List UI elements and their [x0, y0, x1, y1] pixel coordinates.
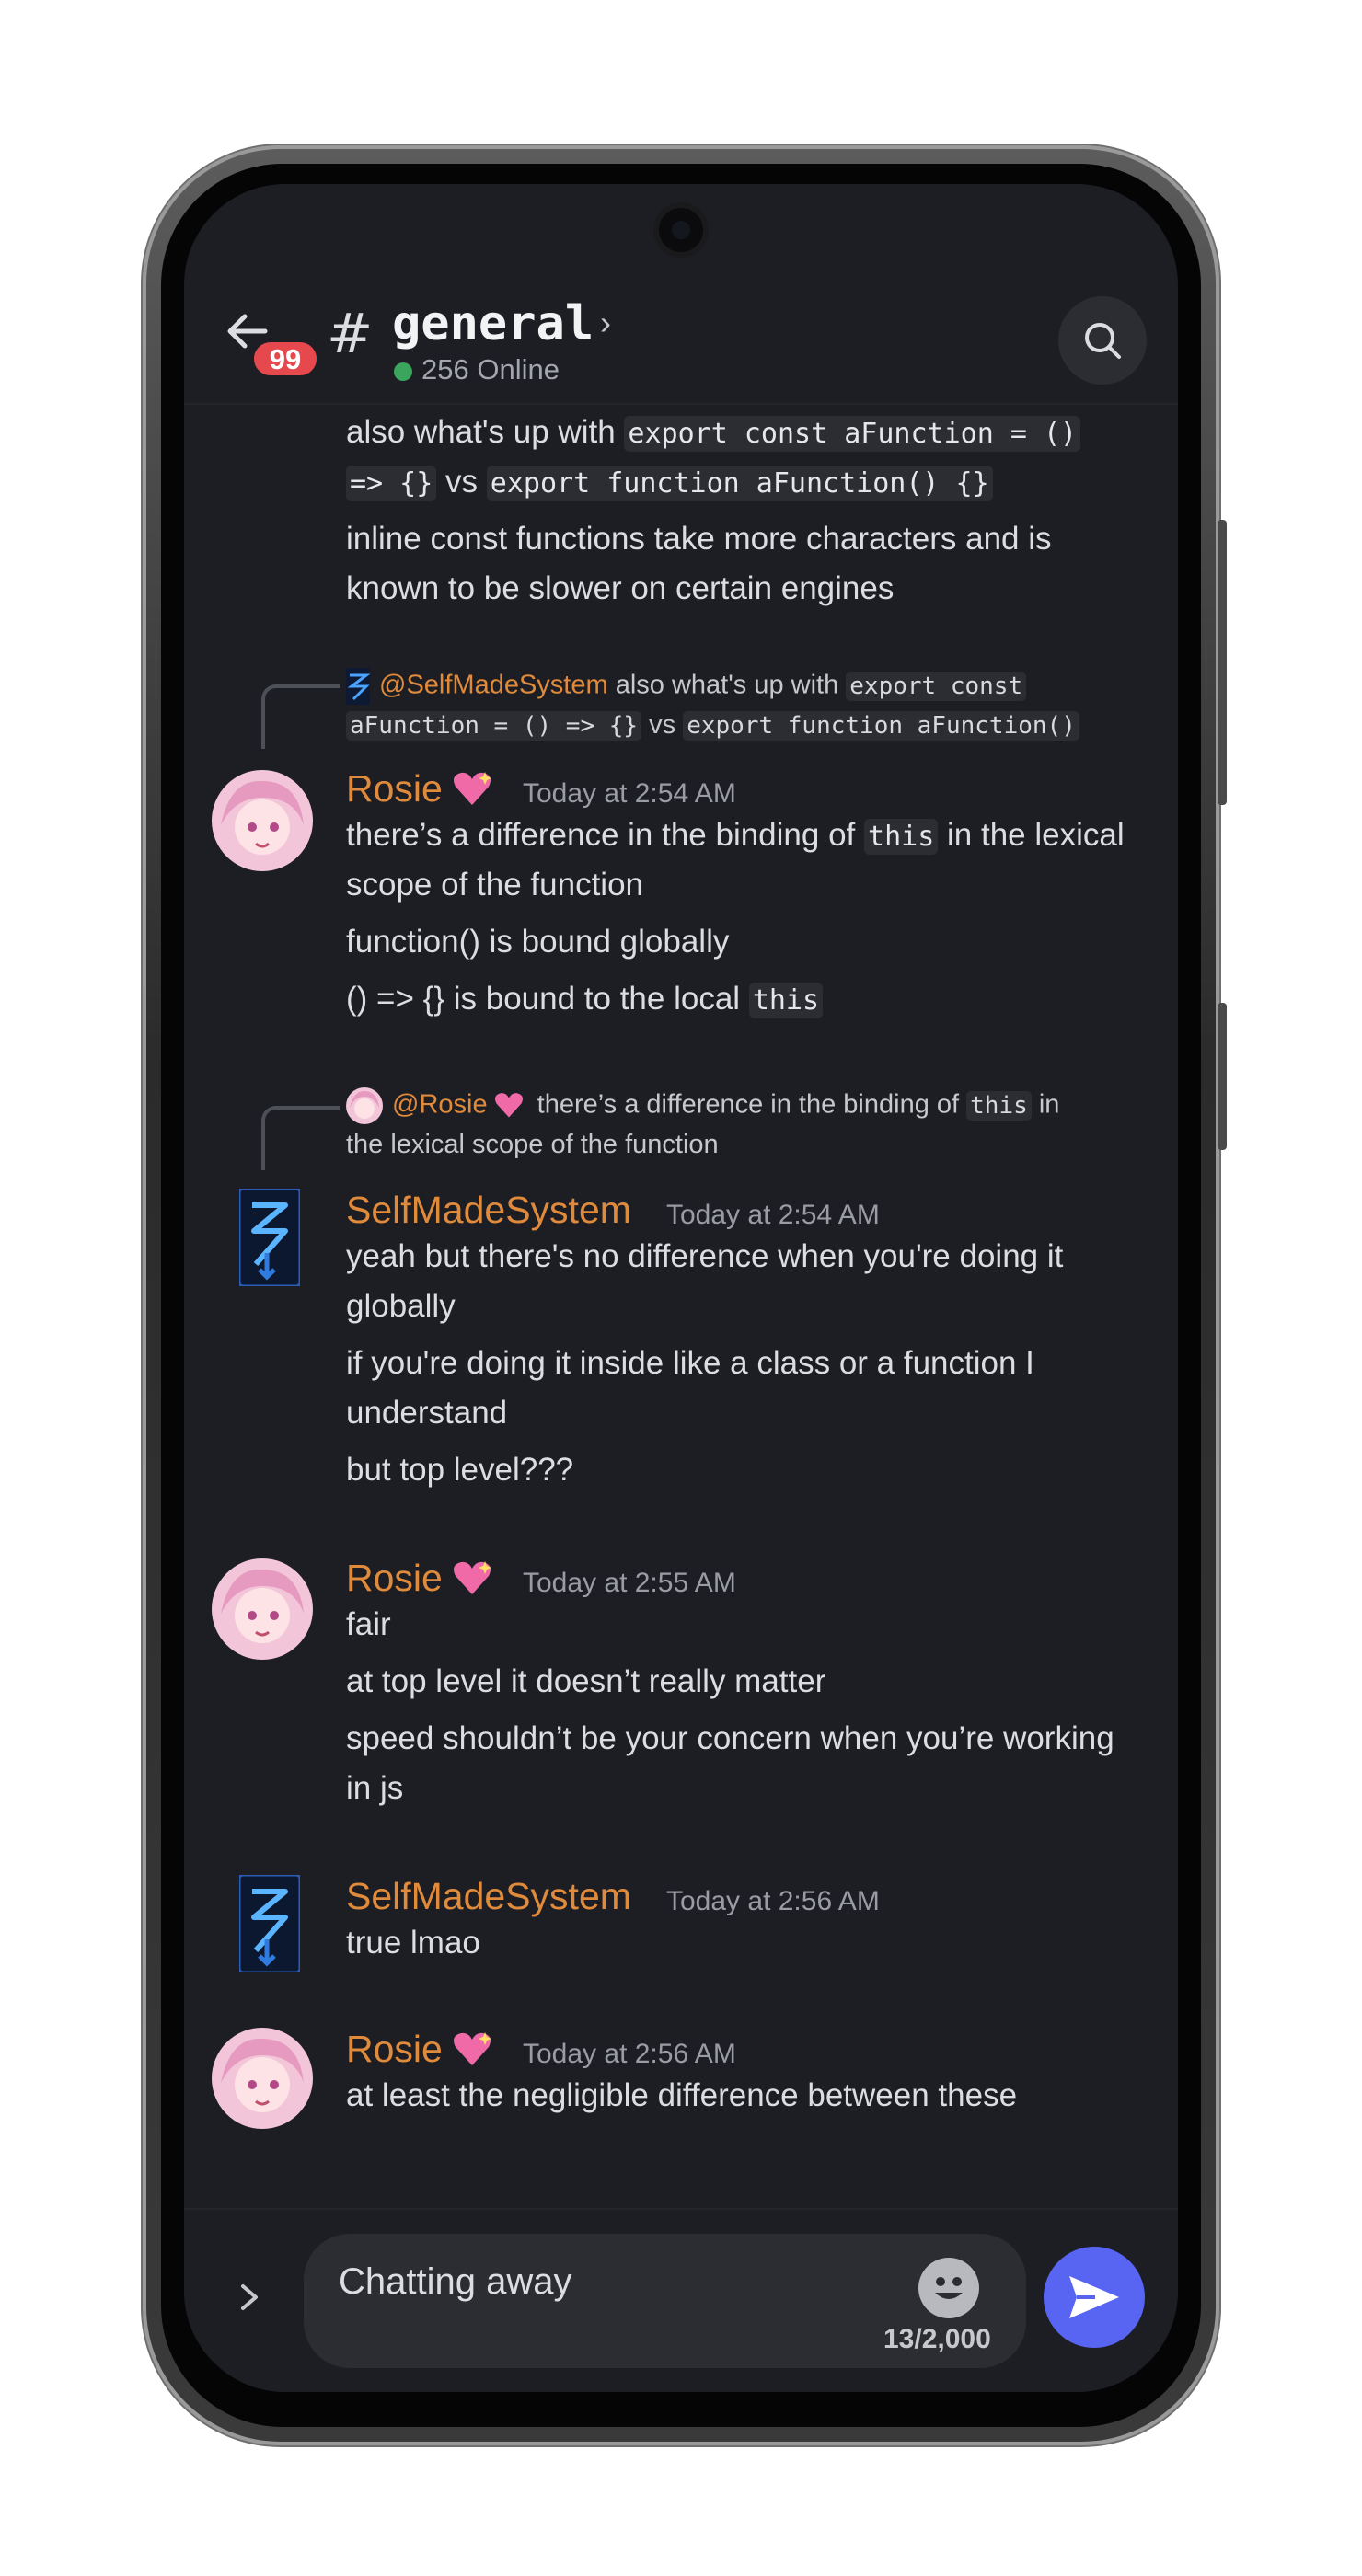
send-button[interactable]: [1044, 2247, 1145, 2348]
message-line: at least the negligible difference betwe…: [346, 2077, 1018, 2113]
message-timestamp: Today at 2:55 AM: [523, 1568, 736, 1598]
channel-title[interactable]: general: [392, 296, 594, 351]
message-list[interactable]: also what's up with export const aFuncti…: [184, 407, 1178, 2208]
message-line: () => {} is bound to the local this: [346, 981, 824, 1018]
sparkling-heart-icon: [453, 2032, 491, 2065]
message-line: true lmao: [346, 1925, 480, 1961]
message-line: globally: [346, 1288, 456, 1324]
online-status-dot: [394, 362, 412, 381]
power-button: [1218, 520, 1227, 805]
message-author[interactable]: SelfMadeSystem: [346, 1189, 631, 1232]
search-button[interactable]: [1058, 296, 1147, 385]
message-line: also what's up with export const aFuncti…: [346, 414, 1081, 452]
message-author[interactable]: Rosie: [346, 2028, 492, 2071]
sparkling-heart-icon: [494, 1092, 523, 1118]
message-author[interactable]: Rosie: [346, 767, 492, 811]
app-screen: 99 # general › 256 Online also what's up…: [184, 184, 1178, 2392]
message-author[interactable]: Rosie: [346, 1557, 492, 1600]
chevron-right-icon: [241, 2284, 258, 2310]
message-line: fair: [346, 1606, 391, 1642]
chevron-right-icon[interactable]: ›: [600, 304, 611, 342]
message-line: => {} vs export function aFunction() {}: [346, 464, 993, 501]
sparkling-heart-icon: [453, 772, 491, 805]
message-line: known to be slower on certain engines: [346, 570, 895, 606]
message-line: speed shouldn’t be your concern when you…: [346, 1720, 1114, 1756]
message-line: at top level it doesn’t really matter: [346, 1663, 826, 1699]
message-author[interactable]: SelfMadeSystem: [346, 1875, 631, 1918]
message-line: function() is bound globally: [346, 924, 730, 960]
reply-avatar: [346, 668, 370, 705]
message-input-value[interactable]: Chatting away: [339, 2261, 571, 2303]
message-line: inline const functions take more charact…: [346, 521, 1052, 557]
avatar[interactable]: [212, 770, 313, 871]
emoji-icon: [935, 2277, 963, 2299]
avatar[interactable]: [239, 1875, 300, 1972]
reply-preview[interactable]: @Rosie there’s a difference in the bindi…: [346, 1087, 1059, 1124]
message-line: yeah but there's no difference when you'…: [346, 1238, 1064, 1274]
reply-avatar: [346, 1087, 383, 1124]
message-input[interactable]: Chatting away 13/2,000: [304, 2234, 1026, 2368]
message-line: in js: [346, 1770, 404, 1806]
avatar[interactable]: [239, 1189, 300, 1286]
reply-connector: [261, 684, 340, 749]
message-line: scope of the function: [346, 867, 643, 903]
message-timestamp: Today at 2:56 AM: [666, 1886, 880, 1916]
reply-preview-line: the lexical scope of the function: [346, 1130, 719, 1159]
unread-badge: 99: [250, 339, 320, 379]
message-timestamp: Today at 2:54 AM: [523, 778, 736, 809]
message-composer: Chatting away 13/2,000: [184, 2208, 1178, 2392]
online-count: 256 Online: [421, 353, 560, 385]
message-timestamp: Today at 2:56 AM: [523, 2039, 736, 2069]
avatar[interactable]: [212, 1558, 313, 1660]
message-line: there’s a difference in the binding of t…: [346, 817, 1125, 855]
avatar[interactable]: [212, 2028, 313, 2129]
send-icon: [1069, 2276, 1119, 2318]
expand-actions-button[interactable]: [230, 2279, 276, 2325]
character-count: 13/2,000: [883, 2324, 991, 2354]
emoji-button[interactable]: [918, 2258, 979, 2318]
reply-connector: [261, 1106, 340, 1170]
message-timestamp: Today at 2:54 AM: [666, 1200, 880, 1230]
volume-button: [1218, 1003, 1227, 1150]
sparkling-heart-icon: [453, 1561, 491, 1594]
channel-header: 99 # general › 256 Online: [184, 276, 1178, 405]
search-icon: [1085, 323, 1121, 359]
reply-preview[interactable]: @SelfMadeSystem also what's up with expo…: [346, 668, 1027, 705]
channel-hash-icon: #: [327, 302, 374, 366]
message-line: understand: [346, 1395, 508, 1431]
reply-preview-line: aFunction = () => {} vs export function …: [346, 710, 1079, 741]
front-camera: [653, 202, 709, 258]
message-line: if you're doing it inside like a class o…: [346, 1345, 1034, 1381]
message-line: but top level???: [346, 1452, 574, 1488]
